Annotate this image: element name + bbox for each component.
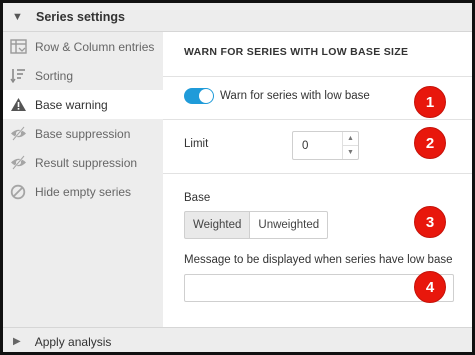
warn-toggle-label: Warn for series with low base (220, 90, 370, 102)
weighted-option[interactable]: Weighted (184, 211, 251, 239)
panel-title: Series settings (36, 10, 125, 24)
row-column-icon (9, 39, 27, 55)
ban-icon (9, 184, 27, 200)
sidebar-item-label: Hide empty series (35, 184, 132, 199)
divider (163, 119, 472, 120)
divider (163, 173, 472, 174)
sidebar-item-sorting[interactable]: Sorting (3, 61, 163, 90)
series-settings-panel: ▼ Series settings Row & Column entries S… (0, 0, 475, 355)
sidebar-item-hide-empty-series[interactable]: Hide empty series (3, 177, 163, 206)
panel-header[interactable]: ▼ Series settings (3, 3, 472, 32)
sidebar-item-label: Base suppression (35, 126, 131, 141)
warn-low-base-toggle[interactable] (184, 88, 214, 104)
stepper-up-icon[interactable]: ▲ (343, 132, 358, 145)
limit-stepper[interactable]: 0 ▲ ▼ (292, 131, 359, 160)
unweighted-option[interactable]: Unweighted (250, 211, 329, 239)
base-label: Base (184, 192, 211, 204)
sidebar-item-result-suppression[interactable]: Result suppression (3, 148, 163, 177)
warn-toggle-row: Warn for series with low base (184, 88, 370, 104)
stepper-down-icon[interactable]: ▼ (343, 145, 358, 159)
sidebar-item-base-suppression[interactable]: Base suppression (3, 119, 163, 148)
apply-analysis-header[interactable]: ▶ Apply analysis (3, 327, 472, 352)
eye-slash-icon (9, 155, 27, 171)
limit-label: Limit (184, 138, 209, 150)
sidebar-item-label: Base warning (35, 97, 108, 112)
triangle-down-icon: ▼ (12, 11, 23, 23)
sidebar-item-label: Row & Column entries (35, 39, 155, 54)
toggle-knob (199, 89, 213, 103)
sidebar-item-label: Sorting (35, 68, 74, 83)
annotation-badge-2: 2 (414, 127, 446, 159)
message-label: Message to be displayed when series have… (184, 254, 453, 266)
stepper-arrows: ▲ ▼ (342, 132, 358, 159)
sort-icon (9, 68, 27, 84)
sidebar-item-row-column-entries[interactable]: Row & Column entries (3, 32, 163, 61)
triangle-right-icon: ▶ (13, 336, 21, 347)
eye-slash-icon (9, 126, 27, 142)
base-segmented-control: Weighted Unweighted (184, 211, 329, 239)
sidebar-item-label: Result suppression (35, 155, 138, 170)
annotation-badge-3: 3 (414, 206, 446, 238)
apply-analysis-label: Apply analysis (34, 334, 112, 349)
annotation-badge-1: 1 (414, 86, 446, 118)
limit-value[interactable]: 0 (293, 132, 342, 159)
settings-sidebar: Row & Column entries Sorting Base warnin… (3, 32, 163, 327)
sidebar-item-base-warning[interactable]: Base warning (3, 90, 163, 119)
divider (163, 76, 472, 77)
warning-icon (9, 97, 27, 113)
section-title: WARN FOR SERIES WITH LOW BASE SIZE (184, 46, 409, 58)
annotation-badge-4: 4 (414, 271, 446, 303)
